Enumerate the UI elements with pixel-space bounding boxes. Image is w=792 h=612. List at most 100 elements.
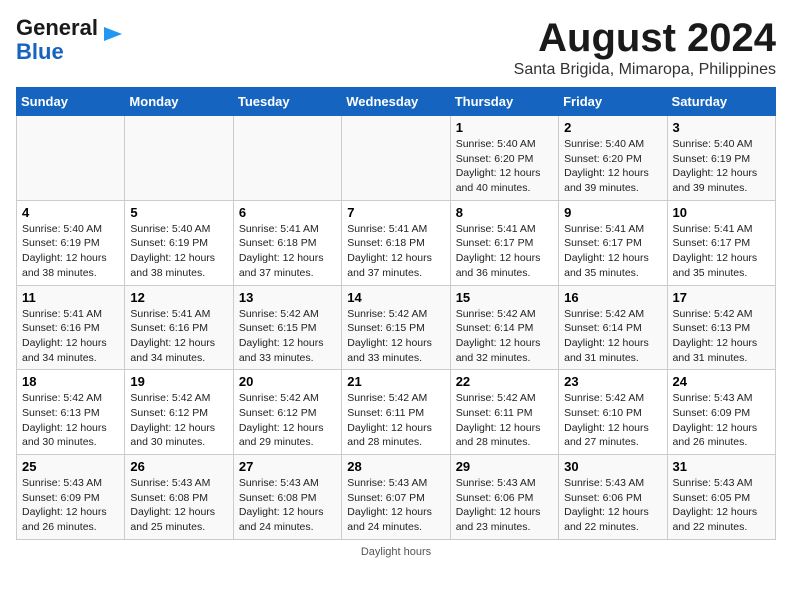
calendar-cell: 9 Sunrise: 5:41 AM Sunset: 6:17 PM Daylig…	[559, 200, 667, 285]
calendar-cell: 13Sunrise: 5:42 AM Sunset: 6:15 PM Dayli…	[233, 285, 341, 370]
day-info: Sunrise: 5:41 AM Sunset: 6:17 PM Dayligh…	[456, 222, 553, 281]
week-row-2: 4Sunrise: 5:40 AM Sunset: 6:19 PM Daylig…	[17, 200, 776, 285]
day-number: 8	[456, 205, 553, 220]
day-info: Sunrise: 5:40 AM Sunset: 6:19 PM Dayligh…	[673, 137, 770, 196]
day-info: Sunrise: 5:42 AM Sunset: 6:12 PM Dayligh…	[130, 391, 227, 450]
day-info: Sunrise: 5:42 AM Sunset: 6:11 PM Dayligh…	[347, 391, 444, 450]
day-info: Sunrise: 5:41 AM Sunset: 6:18 PM Dayligh…	[239, 222, 336, 281]
calendar-body: 1Sunrise: 5:40 AM Sunset: 6:20 PM Daylig…	[17, 116, 776, 540]
day-number: 22	[456, 374, 553, 389]
daylight-label: Daylight hours	[361, 546, 431, 558]
week-row-1: 1Sunrise: 5:40 AM Sunset: 6:20 PM Daylig…	[17, 116, 776, 201]
calendar-cell: 16 Sunrise: 5:42 AM Sunset: 6:14 PM Dayli…	[559, 285, 667, 370]
day-info: Sunrise: 5:41 AM Sunset: 6:17 PM Dayligh…	[564, 222, 661, 281]
calendar-cell: 25 Sunrise: 5:43 AM Sunset: 6:09 PM Dayli…	[17, 455, 125, 540]
calendar-cell: 4Sunrise: 5:40 AM Sunset: 6:19 PM Daylig…	[17, 200, 125, 285]
day-info: Sunrise: 5:40 AM Sunset: 6:20 PM Dayligh…	[564, 137, 661, 196]
day-info: Sunrise: 5:42 AM Sunset: 6:14 PM Dayligh…	[564, 307, 661, 366]
column-header-saturday: Saturday	[667, 88, 775, 116]
day-number: 21	[347, 374, 444, 389]
title-block: August 2024 Santa Brigida, Mimaropa, Phi…	[514, 16, 776, 79]
day-info: Sunrise: 5:43 AM Sunset: 6:08 PM Dayligh…	[239, 476, 336, 535]
day-info: Sunrise: 5:43 AM Sunset: 6:09 PM Dayligh…	[22, 476, 119, 535]
column-header-tuesday: Tuesday	[233, 88, 341, 116]
day-number: 5	[130, 205, 227, 220]
week-row-4: 18 Sunrise: 5:42 AM Sunset: 6:13 PM Dayli…	[17, 370, 776, 455]
calendar-cell: 8 Sunrise: 5:41 AM Sunset: 6:17 PM Daylig…	[450, 200, 558, 285]
day-info: Sunrise: 5:42 AM Sunset: 6:14 PM Dayligh…	[456, 307, 553, 366]
calendar-cell	[233, 116, 341, 201]
day-info: Sunrise: 5:42 AM Sunset: 6:10 PM Dayligh…	[564, 391, 661, 450]
calendar-cell: 28 Sunrise: 5:43 AM Sunset: 6:07 PM Dayli…	[342, 455, 450, 540]
day-info: Sunrise: 5:43 AM Sunset: 6:07 PM Dayligh…	[347, 476, 444, 535]
calendar-cell: 15 Sunrise: 5:42 AM Sunset: 6:14 PM Dayli…	[450, 285, 558, 370]
day-number: 17	[673, 290, 770, 305]
logo-arrow-icon	[102, 23, 124, 45]
day-number: 29	[456, 459, 553, 474]
day-info: Sunrise: 5:42 AM Sunset: 6:12 PM Dayligh…	[239, 391, 336, 450]
column-header-monday: Monday	[125, 88, 233, 116]
calendar-cell: 21 Sunrise: 5:42 AM Sunset: 6:11 PM Dayli…	[342, 370, 450, 455]
calendar-cell: 17 Sunrise: 5:42 AM Sunset: 6:13 PM Dayli…	[667, 285, 775, 370]
day-number: 13	[239, 290, 336, 305]
header: GeneralBlue August 2024 Santa Brigida, M…	[16, 16, 776, 79]
day-number: 24	[673, 374, 770, 389]
day-number: 18	[22, 374, 119, 389]
calendar-header: SundayMondayTuesdayWednesdayThursdayFrid…	[17, 88, 776, 116]
day-info: Sunrise: 5:42 AM Sunset: 6:13 PM Dayligh…	[22, 391, 119, 450]
calendar-cell: 29Sunrise: 5:43 AM Sunset: 6:06 PM Dayli…	[450, 455, 558, 540]
calendar-cell: 30Sunrise: 5:43 AM Sunset: 6:06 PM Dayli…	[559, 455, 667, 540]
day-info: Sunrise: 5:43 AM Sunset: 6:06 PM Dayligh…	[564, 476, 661, 535]
calendar-cell: 22 Sunrise: 5:42 AM Sunset: 6:11 PM Dayli…	[450, 370, 558, 455]
column-header-friday: Friday	[559, 88, 667, 116]
day-number: 2	[564, 120, 661, 135]
day-info: Sunrise: 5:41 AM Sunset: 6:18 PM Dayligh…	[347, 222, 444, 281]
calendar-cell: 12Sunrise: 5:41 AM Sunset: 6:16 PM Dayli…	[125, 285, 233, 370]
calendar-cell: 19Sunrise: 5:42 AM Sunset: 6:12 PM Dayli…	[125, 370, 233, 455]
day-number: 16	[564, 290, 661, 305]
day-info: Sunrise: 5:43 AM Sunset: 6:05 PM Dayligh…	[673, 476, 770, 535]
day-number: 23	[564, 374, 661, 389]
calendar-table: SundayMondayTuesdayWednesdayThursdayFrid…	[16, 87, 776, 540]
day-info: Sunrise: 5:42 AM Sunset: 6:15 PM Dayligh…	[347, 307, 444, 366]
logo-text: GeneralBlue	[16, 16, 98, 64]
day-number: 28	[347, 459, 444, 474]
day-info: Sunrise: 5:42 AM Sunset: 6:11 PM Dayligh…	[456, 391, 553, 450]
day-number: 7	[347, 205, 444, 220]
calendar-cell	[342, 116, 450, 201]
day-number: 25	[22, 459, 119, 474]
day-info: Sunrise: 5:41 AM Sunset: 6:16 PM Dayligh…	[130, 307, 227, 366]
column-header-wednesday: Wednesday	[342, 88, 450, 116]
week-row-5: 25 Sunrise: 5:43 AM Sunset: 6:09 PM Dayli…	[17, 455, 776, 540]
day-number: 15	[456, 290, 553, 305]
calendar-cell: 5Sunrise: 5:40 AM Sunset: 6:19 PM Daylig…	[125, 200, 233, 285]
calendar-cell	[125, 116, 233, 201]
calendar-cell: 14 Sunrise: 5:42 AM Sunset: 6:15 PM Dayli…	[342, 285, 450, 370]
day-number: 31	[673, 459, 770, 474]
day-number: 6	[239, 205, 336, 220]
calendar-cell: 10Sunrise: 5:41 AM Sunset: 6:17 PM Dayli…	[667, 200, 775, 285]
day-info: Sunrise: 5:40 AM Sunset: 6:20 PM Dayligh…	[456, 137, 553, 196]
day-number: 9	[564, 205, 661, 220]
calendar-cell: 31 Sunrise: 5:43 AM Sunset: 6:05 PM Dayli…	[667, 455, 775, 540]
column-header-sunday: Sunday	[17, 88, 125, 116]
calendar-cell: 18 Sunrise: 5:42 AM Sunset: 6:13 PM Dayli…	[17, 370, 125, 455]
day-info: Sunrise: 5:40 AM Sunset: 6:19 PM Dayligh…	[22, 222, 119, 281]
week-row-3: 11Sunrise: 5:41 AM Sunset: 6:16 PM Dayli…	[17, 285, 776, 370]
header-row: SundayMondayTuesdayWednesdayThursdayFrid…	[17, 88, 776, 116]
calendar-cell: 20 Sunrise: 5:42 AM Sunset: 6:12 PM Dayli…	[233, 370, 341, 455]
day-info: Sunrise: 5:42 AM Sunset: 6:13 PM Dayligh…	[673, 307, 770, 366]
day-info: Sunrise: 5:43 AM Sunset: 6:09 PM Dayligh…	[673, 391, 770, 450]
day-number: 20	[239, 374, 336, 389]
calendar-cell: 7 Sunrise: 5:41 AM Sunset: 6:18 PM Daylig…	[342, 200, 450, 285]
footer: Daylight hours	[16, 546, 776, 558]
page-subtitle: Santa Brigida, Mimaropa, Philippines	[514, 61, 776, 79]
day-number: 14	[347, 290, 444, 305]
calendar-cell: 2 Sunrise: 5:40 AM Sunset: 6:20 PM Daylig…	[559, 116, 667, 201]
column-header-thursday: Thursday	[450, 88, 558, 116]
day-number: 26	[130, 459, 227, 474]
day-number: 27	[239, 459, 336, 474]
page-title: August 2024	[514, 16, 776, 61]
day-info: Sunrise: 5:41 AM Sunset: 6:17 PM Dayligh…	[673, 222, 770, 281]
calendar-cell: 1Sunrise: 5:40 AM Sunset: 6:20 PM Daylig…	[450, 116, 558, 201]
